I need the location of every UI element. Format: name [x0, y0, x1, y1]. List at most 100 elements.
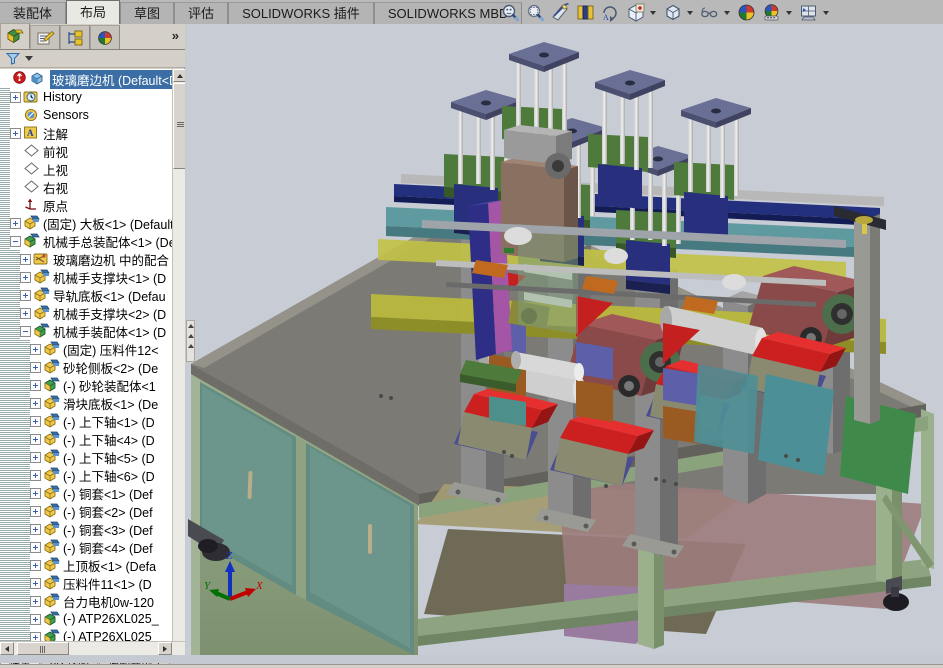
tree-item[interactable]: 前视	[0, 142, 172, 160]
cad-model-render	[186, 24, 943, 655]
ribbon-tab-3[interactable]: 评估	[174, 2, 228, 24]
tree-scroll-left-button[interactable]	[0, 642, 14, 655]
tree-item[interactable]: 上视	[0, 160, 172, 178]
display-manager-tab[interactable]	[90, 25, 120, 49]
tree-scroll-right-button[interactable]	[158, 642, 172, 655]
view-settings-dropdown-icon[interactable]	[784, 2, 793, 24]
tree-item[interactable]: 机械手装配体<1> (D	[0, 322, 172, 340]
tree-item[interactable]: (-) 铜套<2> (Def	[0, 502, 172, 520]
display-style-icon[interactable]	[623, 2, 647, 24]
tree-item[interactable]: A注解	[0, 124, 172, 142]
tree-hscroll-thumb[interactable]	[17, 642, 69, 655]
tree-item-label: 上视	[43, 160, 68, 179]
tree-item[interactable]: 机械手支撑块<2> (D	[0, 304, 172, 322]
property-manager-tab[interactable]	[30, 25, 60, 49]
feature-manager-tab[interactable]	[0, 23, 30, 49]
expand-icon[interactable]	[30, 560, 41, 571]
tree-scroll-thumb[interactable]	[173, 83, 185, 169]
ribbon-tab-1[interactable]: 布局	[66, 0, 120, 24]
expand-icon[interactable]	[20, 308, 31, 319]
tree-item[interactable]: (-) 铜套<4> (Def	[0, 538, 172, 556]
expand-icon[interactable]	[30, 344, 41, 355]
tree-item[interactable]: 滑块底板<1> (De	[0, 394, 172, 412]
expand-icon[interactable]	[30, 524, 41, 535]
expand-icon[interactable]	[20, 272, 31, 283]
tree-item[interactable]: (-) ATP26XL025_	[0, 610, 172, 628]
tree-vertical-scrollbar[interactable]	[172, 69, 185, 668]
feature-tree[interactable]: 玻璃磨边机 (Default<D History SensorsA注解前视上视右视原…	[0, 69, 172, 668]
appearance-dropdown-icon[interactable]	[722, 2, 731, 24]
tree-item-label: History	[43, 90, 82, 104]
expand-icon[interactable]	[30, 362, 41, 373]
collapse-icon[interactable]	[20, 326, 31, 337]
expand-icon[interactable]	[30, 398, 41, 409]
tree-filter-row[interactable]	[0, 50, 185, 68]
tree-item[interactable]: History	[0, 88, 172, 106]
tree-item[interactable]: 原点	[0, 196, 172, 214]
viewport-scroll-nub[interactable]	[186, 320, 195, 362]
expand-icon[interactable]	[30, 434, 41, 445]
tree-item[interactable]: 台力电机0w-120	[0, 592, 172, 610]
panel-overflow-chevron[interactable]: »	[172, 28, 179, 43]
expand-icon[interactable]	[10, 92, 21, 103]
expand-icon[interactable]	[30, 452, 41, 463]
viewport-layout-dropdown-icon[interactable]	[821, 2, 830, 24]
tree-item[interactable]: (-) 砂轮装配体<1	[0, 376, 172, 394]
tree-item[interactable]: 机械手总装配体<1> (De	[0, 232, 172, 250]
apply-scene-icon[interactable]	[734, 2, 758, 24]
section-view-icon[interactable]	[548, 2, 572, 24]
ribbon-tab-0[interactable]: 装配体	[0, 2, 66, 24]
view-settings-icon[interactable]	[759, 2, 783, 24]
expand-icon[interactable]	[30, 488, 41, 499]
ribbon-tab-2[interactable]: 草图	[120, 2, 174, 24]
view-orientation-icon[interactable]	[573, 2, 597, 24]
tree-item[interactable]: 右视	[0, 178, 172, 196]
rotate-view-icon[interactable]: A	[598, 2, 622, 24]
tree-item[interactable]: (-) 上下轴<4> (D	[0, 430, 172, 448]
part-icon	[23, 215, 40, 231]
tree-item[interactable]: 上顶板<1> (Defa	[0, 556, 172, 574]
tree-indent-guide	[10, 574, 20, 592]
tree-item[interactable]: Sensors	[0, 106, 172, 124]
hide-show-dropdown-icon[interactable]	[685, 2, 694, 24]
tree-item[interactable]: (固定) 压料件12<	[0, 340, 172, 358]
expand-icon[interactable]	[20, 254, 31, 265]
tree-item[interactable]: 导轨底板<1> (Defau	[0, 286, 172, 304]
expand-icon[interactable]	[30, 614, 41, 625]
hide-show-items-icon[interactable]	[660, 2, 684, 24]
graphics-viewport[interactable]: Z X Y	[186, 24, 943, 655]
tree-item[interactable]: (-) 铜套<1> (Def	[0, 484, 172, 502]
tree-item[interactable]: (-) 上下轴<5> (D	[0, 448, 172, 466]
tree-item[interactable]: (-) 上下轴<6> (D	[0, 466, 172, 484]
viewport-layout-icon[interactable]	[796, 2, 820, 24]
expand-icon[interactable]	[30, 596, 41, 607]
tree-item[interactable]: 压料件11<1> (D	[0, 574, 172, 592]
tree-item[interactable]: (-) 上下轴<1> (D	[0, 412, 172, 430]
filter-dropdown-icon[interactable]	[25, 56, 33, 61]
tree-item[interactable]: 砂轮侧板<2> (De	[0, 358, 172, 376]
expand-icon[interactable]	[30, 578, 41, 589]
edit-appearance-icon[interactable]	[697, 2, 721, 24]
tree-item[interactable]: 机械手支撑块<1> (D	[0, 268, 172, 286]
zoom-to-area-icon[interactable]	[523, 2, 547, 24]
tree-item-label: 右视	[43, 178, 68, 197]
tree-scroll-up-button[interactable]	[173, 69, 185, 82]
ribbon-tab-4[interactable]: SOLIDWORKS 插件	[228, 2, 374, 24]
expand-icon[interactable]	[30, 380, 41, 391]
expand-icon[interactable]	[20, 290, 31, 301]
display-style-dropdown-icon[interactable]	[648, 2, 657, 24]
tree-item[interactable]: (-) 铜套<3> (Def	[0, 520, 172, 538]
expand-icon[interactable]	[10, 218, 21, 229]
collapse-icon[interactable]	[10, 236, 21, 247]
configuration-manager-tab[interactable]	[60, 25, 90, 49]
expand-icon[interactable]	[30, 470, 41, 481]
tree-item[interactable]: (固定) 大板<1> (Default	[0, 214, 172, 232]
expand-icon[interactable]	[30, 416, 41, 427]
tree-item[interactable]: 玻璃磨边机 (Default<D	[0, 70, 172, 88]
expand-icon[interactable]	[10, 128, 21, 139]
tree-item[interactable]: 玻璃磨边机 中的配合	[0, 250, 172, 268]
tree-horizontal-scrollbar[interactable]	[0, 641, 185, 655]
expand-icon[interactable]	[30, 542, 41, 553]
expand-icon[interactable]	[30, 506, 41, 517]
zoom-to-fit-icon[interactable]	[498, 2, 522, 24]
